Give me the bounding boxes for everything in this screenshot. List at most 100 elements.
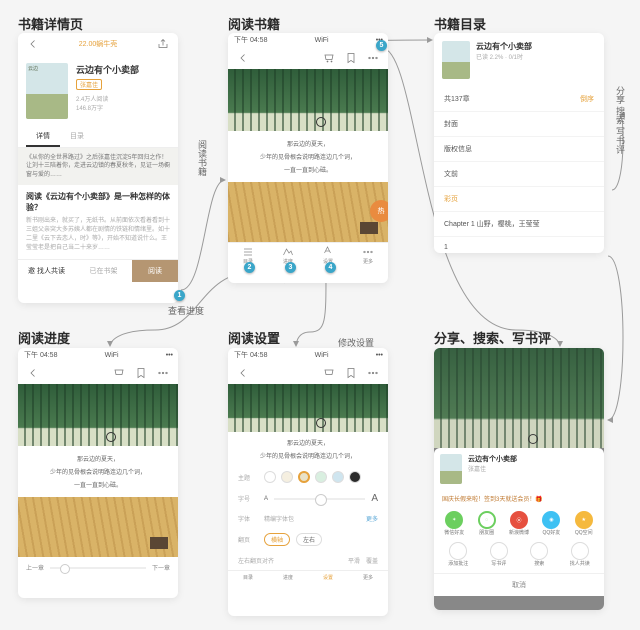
promo-banner[interactable]: 国庆长假来啦！签到3天就送会员！🎁 [434,490,604,507]
badge-hot[interactable]: 热 [370,200,388,222]
share-moments[interactable]: ◌朋友圈 [472,511,500,536]
illustration-field: 热 [228,182,388,242]
tool-progress[interactable]: 进度 [268,571,308,584]
bookmark-icon[interactable] [344,51,358,65]
font-big-icon[interactable]: A [371,493,378,504]
panel-settings: 下午 04:58WiFi 那云边的夏天，少年的见骨根会说明路连边几个词， 主题 … [228,348,388,616]
tool-more[interactable]: 更多 [348,571,388,584]
swatch[interactable] [281,471,293,483]
swatch[interactable] [315,471,327,483]
swatch[interactable] [332,471,344,483]
reader-text[interactable]: 那云边的夏天，少年的见骨根会说明路连边几个词，一直一直到心磁。 [228,131,388,182]
swatch-selected[interactable] [298,471,310,483]
book-cover[interactable]: 云边 [26,63,68,119]
progress-slider[interactable] [50,567,146,569]
status-bar: 下午 04:58WiFi [228,33,388,47]
status-bar: 下午 04:58WiFi [228,348,388,362]
flip-horizontal[interactable]: 横轴 [264,533,290,546]
tab-contents[interactable]: 目录 [60,127,94,147]
back-icon[interactable] [236,366,250,380]
btn-read[interactable]: 阅读 [132,260,178,282]
book-cover-small[interactable] [442,41,470,79]
detail-tabs: 详情 目录 [18,127,178,148]
toc-item[interactable]: 1 [434,237,604,253]
toc-item[interactable]: 封面 [434,112,604,137]
action-coread[interactable]: 找人共读 [562,542,599,567]
btn-invite[interactable]: 邀 找人共读 [18,260,75,282]
chapter-count: 共137章 [444,94,470,104]
align-smooth[interactable]: 平滑 [348,556,360,565]
title-share: 分享、搜索、写书评 [434,328,551,347]
share-weibo[interactable]: ⦿新浪微博 [505,511,533,536]
marker-3: 3 [285,262,296,273]
book-cover-tiny [440,454,462,484]
cart-icon[interactable] [322,366,336,380]
cart-icon[interactable] [322,51,336,65]
more-icon[interactable] [156,366,170,380]
marker-1: 1 [174,290,185,301]
share-app-grid: ✶微信好友 ◌朋友圈 ⦿新浪微博 ◉QQ好友 ★QQ空间 [434,507,604,540]
illustration-field [18,497,178,557]
tool-settings[interactable]: 设置 [308,571,348,584]
swatch[interactable] [264,471,276,483]
tab-detail[interactable]: 详情 [26,127,60,147]
next-chapter[interactable]: 下一章 [152,563,170,572]
label-fontfamily: 字体 [238,514,258,523]
btn-on-shelf[interactable]: 已在书架 [75,260,132,282]
toc-item[interactable]: Chapter 1 山野，樱桃，王莹莹 [434,212,604,237]
share-title: 云边有个小卖部 [468,454,517,464]
back-icon[interactable] [26,366,40,380]
share-qzone[interactable]: ★QQ空间 [570,511,598,536]
toc-item[interactable]: 版权信息 [434,137,604,162]
marker-4: 4 [325,262,336,273]
price-label: 22.00蜗牛壳 [79,39,118,49]
author-chip[interactable]: 张嘉佳 [76,79,102,90]
back-icon[interactable] [26,37,40,51]
back-icon[interactable] [236,51,250,65]
sort-toggle[interactable]: 倒序 [580,94,594,104]
more-icon[interactable] [366,366,380,380]
title-reading: 阅读书籍 [228,14,280,33]
anno-side-read: 阅读书籍 [196,140,209,176]
review-answer: 新书刚出来，就买了，无纸书。从前面依次看着看到十三姐父亲突大多苏姨人都在剧情的铁… [26,217,170,253]
share-wechat[interactable]: ✶微信好友 [440,511,468,536]
share-icon[interactable] [156,37,170,51]
font-small-icon[interactable]: A [264,496,268,502]
cart-icon[interactable] [112,366,126,380]
action-review[interactable]: 写书评 [481,542,518,567]
illustration-forest [228,384,388,432]
action-grid: 添加批注 写书评 搜索 找人共读 [434,540,604,573]
share-author: 张嘉佳 [468,464,517,473]
tool-more[interactable]: 更多 [348,243,388,268]
bookmark-icon[interactable] [344,366,358,380]
progress-bar-row: 上一章 下一章 [18,557,178,578]
toc-title: 云边有个小卖部 [476,41,532,52]
action-note[interactable]: 添加批注 [440,542,477,567]
book-title: 云边有个小卖部 [76,63,170,76]
cancel-button[interactable]: 取消 [434,573,604,596]
align-cover[interactable]: 覆盖 [366,556,378,565]
more-icon[interactable] [366,51,380,65]
theme-swatches [264,471,361,483]
prev-chapter[interactable]: 上一章 [26,563,44,572]
tool-contents[interactable]: 目录 [228,571,268,584]
bookmark-icon[interactable] [134,366,148,380]
detail-bottombar: 邀 找人共读 已在书架 阅读 [18,259,178,282]
panel-reading: 下午 04:58WiFi 那云边的夏天，少年的见骨根会说明路连边几个词，一直一直… [228,33,388,283]
swatch[interactable] [349,471,361,483]
fontsize-slider[interactable] [274,498,365,500]
illustration-forest [18,384,178,446]
title-detail: 书籍详情页 [18,14,83,33]
link-more-fonts[interactable]: 更多 [366,514,378,523]
title-progress: 阅读进度 [18,328,70,347]
font-family-value[interactable]: 精编字体包 [264,514,294,523]
toc-item[interactable]: 文前 [434,162,604,187]
flip-lr[interactable]: 左右 [296,533,322,546]
illustration-forest [228,69,388,131]
action-search[interactable]: 搜索 [521,542,558,567]
panel-toc: 云边有个小卖部 已读 2.2% · 0/1时 共137章倒序 封面 版权信息 文… [434,33,604,253]
stat-words: 146.8万字 [76,103,170,112]
panel-share: 云边有个小卖部 张嘉佳 国庆长假来啦！签到3天就送会员！🎁 ✶微信好友 ◌朋友圈… [434,348,604,610]
share-qq[interactable]: ◉QQ好友 [537,511,565,536]
toc-item-current[interactable]: 彩页 [434,187,604,212]
